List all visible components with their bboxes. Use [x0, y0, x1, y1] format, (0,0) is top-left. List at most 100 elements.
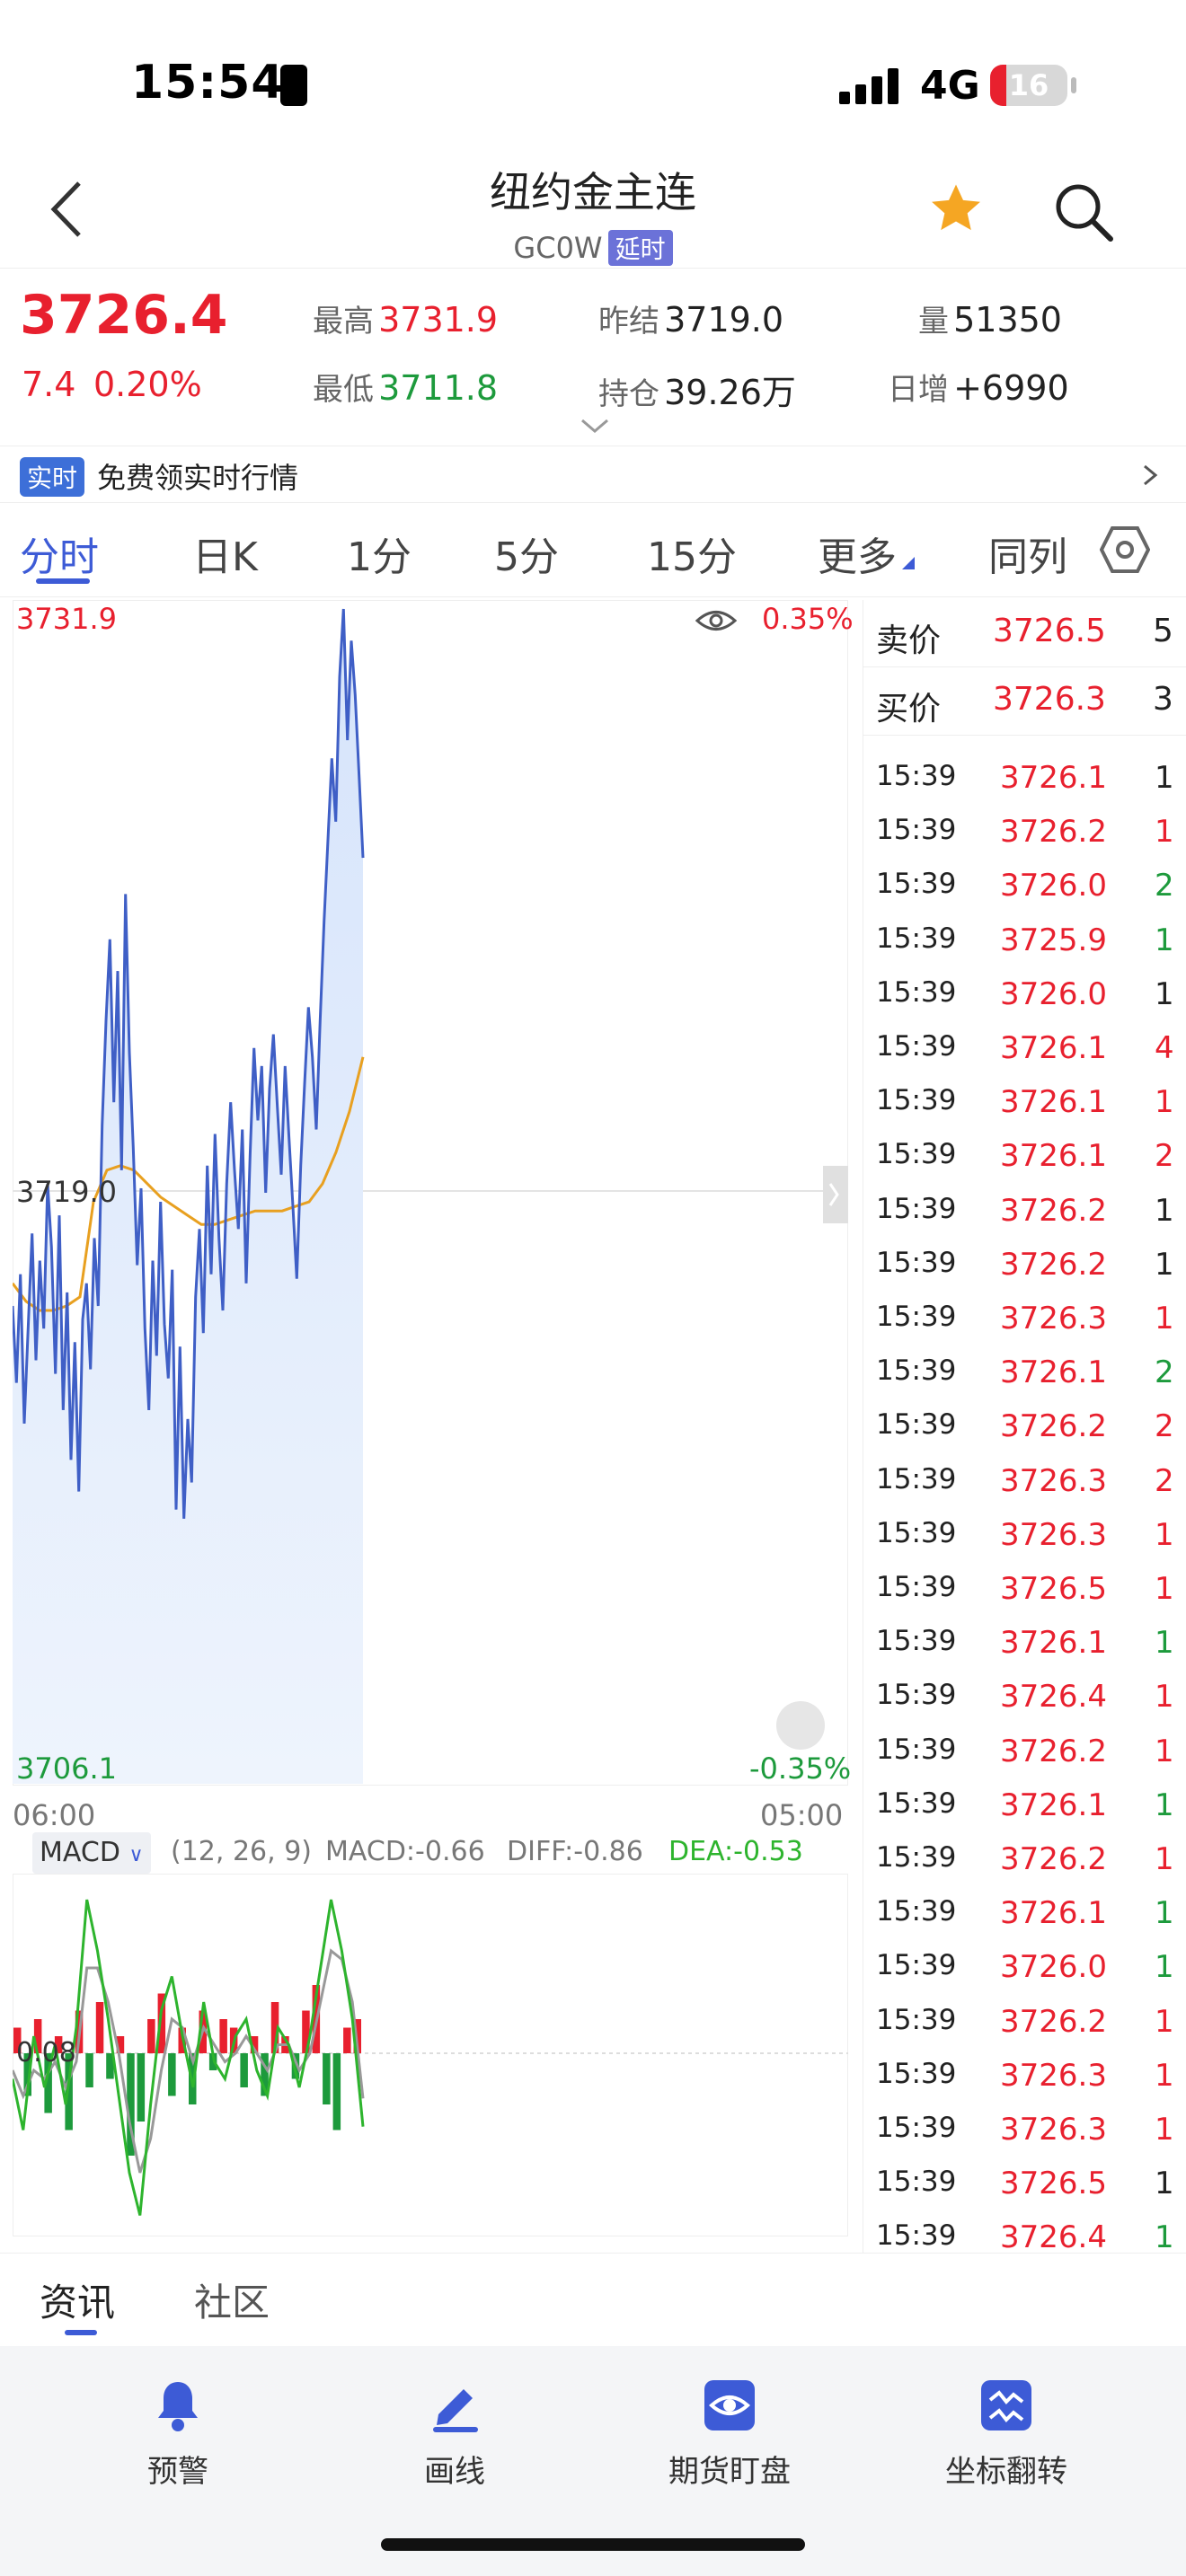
- tab-news[interactable]: 资讯: [40, 2272, 115, 2327]
- trade-volume: 1: [1155, 1571, 1174, 1607]
- trade-time: 15:39: [876, 868, 957, 901]
- chart-bottom-percent: -0.35%: [749, 1751, 852, 1786]
- crosshair-handle[interactable]: [823, 1166, 848, 1223]
- trade-volume: 1: [1155, 1246, 1174, 1283]
- person-icon: [280, 65, 307, 106]
- low-quote: 最低 3711.8: [313, 365, 498, 409]
- open-interest-value: 39.26万: [664, 373, 796, 412]
- chart-start-time: 06:00: [13, 1798, 96, 1832]
- tab-15min[interactable]: 15分: [647, 525, 737, 582]
- intraday-price-chart[interactable]: [13, 600, 848, 1786]
- trade-row: 15:39 3726.2 1: [863, 1186, 1186, 1236]
- volume-quote: 量 51350: [918, 296, 1062, 340]
- settings-hexagon-icon[interactable]: [1100, 526, 1150, 573]
- bid-price: 3726.3: [993, 681, 1106, 718]
- trade-row: 15:39 3726.1 4: [863, 1023, 1186, 1073]
- high-label: 最高: [313, 304, 374, 340]
- trade-row: 15:39 3726.2 1: [863, 807, 1186, 857]
- trade-price: 3726.1: [1000, 1786, 1107, 1823]
- dea-value: DEA:-0.53: [668, 1836, 803, 1867]
- trade-price: 3726.4: [1000, 2219, 1107, 2256]
- macd-zero-label: 0.08: [16, 2037, 76, 2069]
- chart-prev-settle-price: 3719.0: [16, 1175, 117, 1209]
- macd-bar: [219, 2019, 227, 2053]
- search-icon[interactable]: [1053, 181, 1116, 244]
- trade-price: 3726.2: [1000, 2003, 1107, 2040]
- expand-chevron-icon[interactable]: [579, 417, 611, 435]
- trade-price: 3726.1: [1000, 760, 1107, 796]
- chart-reset-icon[interactable]: [776, 1701, 825, 1750]
- nav-watch-button[interactable]: 期货盯盘: [631, 2371, 828, 2506]
- trade-row: 15:39 3726.1 1: [863, 1077, 1186, 1127]
- tab-more[interactable]: 更多: [818, 525, 897, 582]
- eye-visibility-icon[interactable]: [695, 605, 737, 636]
- tab-community[interactable]: 社区: [194, 2272, 270, 2327]
- trade-time: 15:39: [876, 975, 957, 1009]
- battery-tip: [1071, 77, 1076, 93]
- trade-volume: 1: [1155, 1679, 1174, 1716]
- nav-alert-button[interactable]: 预警: [79, 2371, 277, 2506]
- tab-news-indicator: [65, 2330, 97, 2335]
- trade-price: 3726.5: [1000, 1571, 1107, 1607]
- trade-row: 15:39 3726.4 1: [863, 1672, 1186, 1722]
- nav-flip-button[interactable]: 坐标翻转: [907, 2371, 1105, 2506]
- bottom-nav: 预警 画线 期货盯盘 坐标翻转: [0, 2346, 1186, 2576]
- trade-time: 15:39: [876, 2166, 957, 2199]
- nav-draw-button[interactable]: 画线: [356, 2371, 553, 2506]
- trade-price: 3726.2: [1000, 1733, 1107, 1769]
- trade-price: 3726.0: [1000, 868, 1107, 904]
- tab-same-column[interactable]: 同列: [988, 525, 1067, 582]
- trade-volume: 1: [1155, 1949, 1174, 1986]
- trade-time: 15:39: [876, 1354, 957, 1388]
- realtime-banner-text: 免费领实时行情: [97, 461, 299, 495]
- trade-row: 15:39 3726.1 2: [863, 1347, 1186, 1398]
- tab-intraday[interactable]: 分时: [20, 525, 99, 582]
- trade-volume: 2: [1155, 1408, 1174, 1445]
- open-interest-quote: 持仓 39.26万: [598, 365, 796, 414]
- prev-settle-quote: 昨结 3719.0: [598, 296, 783, 340]
- macd-selector[interactable]: MACD ∨: [32, 1832, 151, 1874]
- trade-volume: 2: [1155, 868, 1174, 904]
- trade-volume: 1: [1155, 1895, 1174, 1932]
- trade-price: 3726.1: [1000, 1895, 1107, 1932]
- trade-row: 15:39 3726.2 1: [863, 1239, 1186, 1290]
- chevron-right-icon: [1144, 464, 1158, 486]
- change-value: 7.4: [22, 365, 76, 404]
- trade-volume: 1: [1155, 1625, 1174, 1662]
- realtime-banner[interactable]: 实时 免费领实时行情: [0, 446, 1186, 503]
- trade-price: 3726.0: [1000, 1949, 1107, 1986]
- battery-level: 16: [1008, 68, 1049, 102]
- trade-time: 15:39: [876, 1786, 957, 1820]
- trade-price: 3726.0: [1000, 975, 1107, 1012]
- macd-bar: [332, 2053, 341, 2130]
- trade-time: 15:39: [876, 760, 957, 792]
- nav-watch-label: 期货盯盘: [668, 2454, 791, 2490]
- delay-tag: 延时: [607, 230, 673, 266]
- trade-price: 3726.2: [1000, 1246, 1107, 1283]
- trade-time: 15:39: [876, 1138, 957, 1171]
- trade-time: 15:39: [876, 814, 957, 847]
- tab-1min[interactable]: 1分: [347, 525, 412, 582]
- chart-bottom-price: 3706.1: [16, 1751, 117, 1786]
- star-icon[interactable]: [925, 180, 987, 239]
- diff-value: DIFF:-0.86: [507, 1836, 643, 1867]
- chart-end-time: 05:00: [760, 1798, 844, 1832]
- trade-row: 15:39 3726.1 1: [863, 1618, 1186, 1668]
- page-title: 纽约金主连: [490, 168, 696, 216]
- trade-price: 3726.1: [1000, 1030, 1107, 1066]
- trade-volume: 1: [1155, 1516, 1174, 1553]
- trade-price: 3726.4: [1000, 1679, 1107, 1716]
- macd-bar: [168, 2053, 176, 2096]
- trade-row: 15:39 3726.4 1: [863, 2212, 1186, 2263]
- trade-time: 15:39: [876, 1733, 957, 1766]
- home-indicator: [381, 2538, 805, 2551]
- tab-daily-k[interactable]: 日K: [192, 525, 258, 582]
- trade-price: 3726.1: [1000, 1138, 1107, 1175]
- high-value: 3731.9: [378, 300, 499, 340]
- tab-5min[interactable]: 5分: [494, 525, 559, 582]
- trade-row: 15:39 3726.3 1: [863, 1293, 1186, 1344]
- trade-time: 15:39: [876, 2057, 957, 2090]
- trade-time: 15:39: [876, 1949, 957, 1982]
- macd-params: (12, 26, 9): [171, 1836, 312, 1867]
- ask-label: 卖价: [876, 622, 942, 659]
